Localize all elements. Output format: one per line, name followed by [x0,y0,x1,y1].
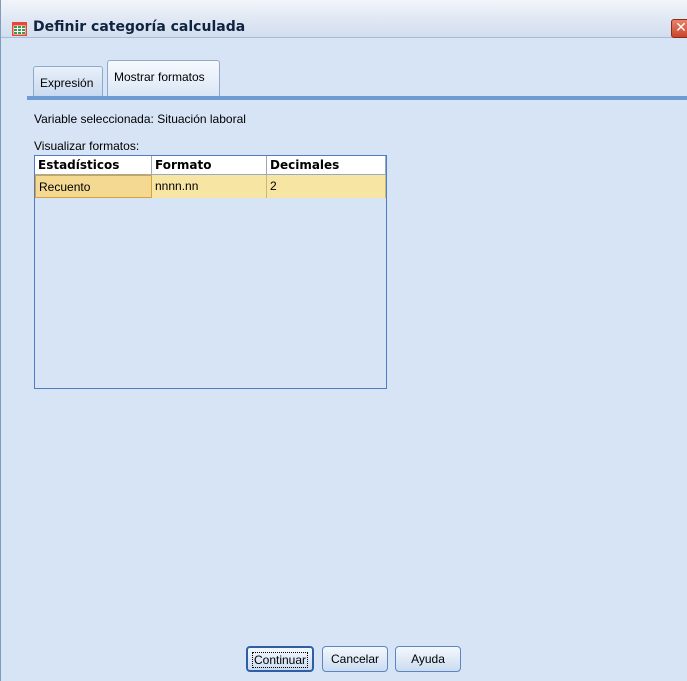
column-header-decimals[interactable]: Decimales [267,156,386,174]
tab-strip: Expresión Mostrar formatos [27,60,687,100]
continue-button-label: Continuar [251,652,309,668]
selected-variable-label: Variable seleccionada: Situación laboral [34,112,246,126]
window-title: Definir categoría calculada [33,19,246,35]
column-header-format[interactable]: Formato [152,156,267,174]
help-button[interactable]: Ayuda [395,646,461,672]
dialog-window: Definir categoría calculada ✕ Expresión … [0,0,687,681]
grid-header: Estadísticos Formato Decimales [35,156,386,175]
cell-decimals[interactable]: 2 [267,175,386,198]
formats-grid[interactable]: Estadísticos Formato Decimales Recuento … [34,155,387,389]
table-row[interactable]: Recuento nnnn.nn 2 [35,175,386,198]
cell-statistic[interactable]: Recuento [35,175,152,198]
column-header-statistics[interactable]: Estadísticos [35,156,152,174]
display-formats-label: Visualizar formatos: [34,139,140,153]
cell-format[interactable]: nnnn.nn [152,175,267,198]
tab-mostrar-formatos[interactable]: Mostrar formatos [107,60,220,96]
cancel-button[interactable]: Cancelar [322,646,388,672]
table-grid-icon [12,22,27,36]
tab-expresion[interactable]: Expresión [33,66,103,96]
tab-underline [27,96,687,100]
continue-button[interactable]: Continuar [246,646,314,672]
title-bar[interactable]: Definir categoría calculada ✕ [1,0,687,38]
close-icon[interactable]: ✕ [671,19,687,38]
